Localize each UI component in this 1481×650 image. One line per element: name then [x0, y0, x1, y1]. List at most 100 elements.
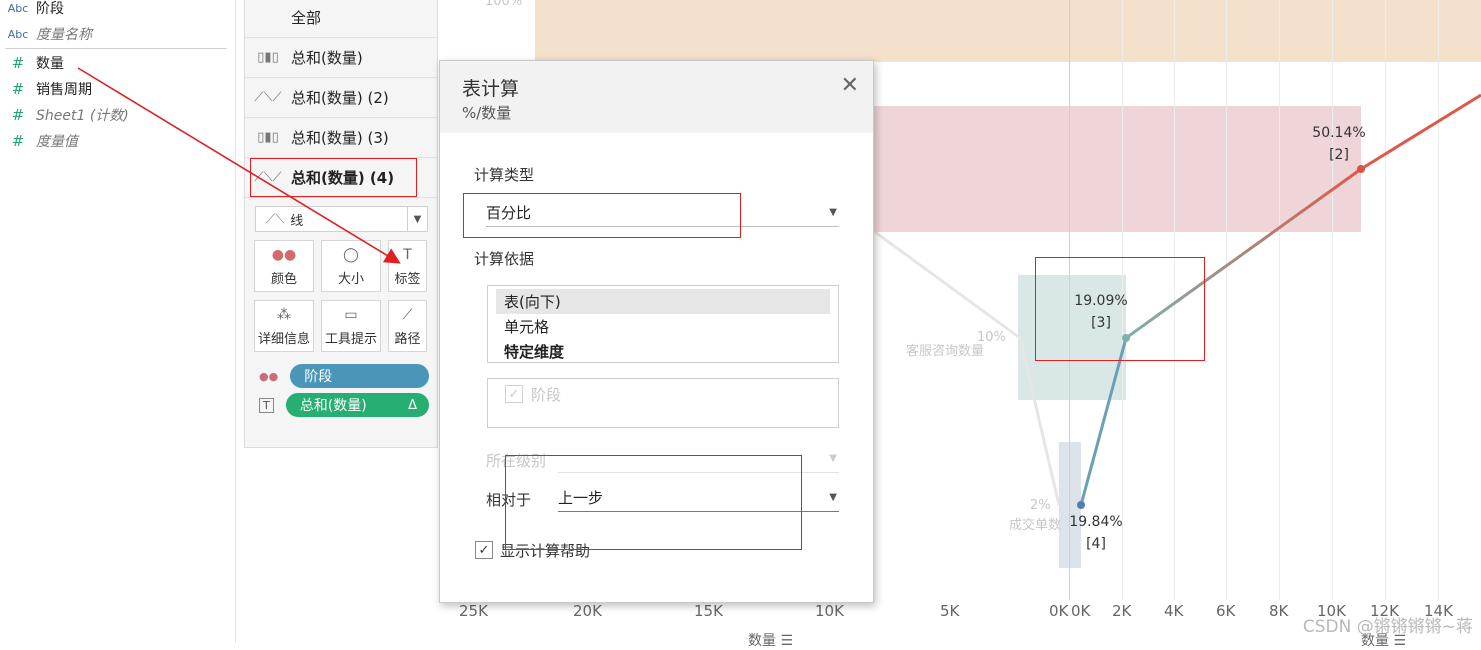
card-label: 颜色 — [270, 272, 297, 287]
pill-label: 阶段 — [304, 369, 333, 385]
annotation-box-marks-tab — [250, 158, 417, 197]
path-card[interactable]: ⟋ 路径 — [388, 300, 427, 352]
data-label-index: [2] — [1329, 147, 1349, 163]
dimension-list: ✓ 阶段 — [487, 378, 839, 428]
bar-chart-icon: ▯▮▯ — [257, 130, 279, 145]
annotation-box-calc-type — [463, 193, 741, 238]
color-pill-row: ●● 阶段 — [259, 364, 429, 388]
label-card[interactable]: T 标签 — [388, 240, 427, 292]
field-sales-cycle[interactable]: # 销售周期 — [0, 76, 230, 102]
sort-icon[interactable]: ☰ — [780, 633, 793, 649]
card-label: 标签 — [394, 272, 421, 287]
field-stage[interactable]: Abc 阶段 — [0, 0, 230, 21]
field-quantity[interactable]: # 数量 — [0, 50, 230, 76]
chevron-down-icon: ▼ — [829, 453, 837, 464]
tooltip-card[interactable]: ▭ 工具提示 — [321, 300, 381, 352]
field-measure-values[interactable]: # 度量值 — [0, 128, 230, 154]
annotation-box-relative-to — [505, 455, 802, 550]
chevron-down-icon[interactable]: ▼ — [407, 207, 427, 231]
annotation-box-label-3 — [1035, 257, 1205, 361]
sum-quantity-pill[interactable]: 总和(数量) Δ — [285, 393, 429, 417]
color-dots-icon: ●● — [271, 246, 297, 263]
field-measure-names[interactable]: Abc 度量名称 — [0, 21, 230, 47]
marks-tab-label: 总和(数量) (3) — [291, 129, 389, 147]
axis-title-text: 数量 — [748, 633, 776, 649]
marks-tab-all[interactable]: 全部 — [245, 0, 437, 38]
field-name: 度量值 — [36, 134, 78, 150]
compute-option-specific-dimensions[interactable]: 特定维度 — [488, 339, 838, 364]
marks-pane: 全部 ▯▮▯ 总和(数量) ⟋⟍⟋ 总和(数量) (2) ▯▮▯ 总和(数量) … — [244, 0, 438, 448]
stage-pill[interactable]: 阶段 — [290, 364, 429, 388]
card-label: 大小 — [337, 272, 364, 287]
mark-type-dropdown[interactable]: ⟋⟍ 线 ▼ — [255, 206, 428, 232]
tooltip-icon: ▭ — [344, 306, 358, 323]
x-tick-label: 20K — [573, 602, 602, 620]
data-pane: Abc 阶段 Abc 度量名称 # 数量 # 销售周期 # Sheet1 (计数… — [0, 0, 236, 643]
field-name: 阶段 — [36, 1, 64, 17]
card-label: 详细信息 — [257, 332, 310, 347]
detail-dots-icon: ⁂ — [277, 306, 291, 323]
x-tick-label: 6K — [1216, 602, 1236, 620]
field-name: 度量名称 — [36, 27, 92, 43]
point-4[interactable] — [1077, 501, 1085, 509]
marks-tab-label: 总和(数量) (2) — [291, 89, 389, 107]
dimension-checkbox-label: 阶段 — [531, 386, 562, 404]
show-help-checkbox[interactable]: ✓ — [475, 541, 493, 559]
marks-tab-label: 总和(数量) — [291, 49, 363, 67]
watermark: CSDN @锵锵锵锵~蒋 — [1302, 617, 1473, 637]
marks-tab-sum-quantity-3[interactable]: ▯▮▯ 总和(数量) (3) — [245, 118, 437, 158]
color-card[interactable]: ●● 颜色 — [254, 240, 314, 292]
field-sheet1-count[interactable]: # Sheet1 (计数) — [0, 102, 230, 128]
dialog-subtitle: %/数量 — [462, 104, 512, 122]
size-card[interactable]: ◯ 大小 — [321, 240, 381, 292]
text-label-icon: T — [403, 246, 412, 263]
series-line-red — [1360, 93, 1481, 171]
x-tick-label: 2K — [1112, 602, 1132, 620]
calc-type-label: 计算类型 — [474, 166, 535, 184]
line-mark-icon: ⟋⟍ — [266, 211, 285, 227]
data-label-pct: 50.14% — [1312, 125, 1366, 141]
x-tick-label: 8K — [1269, 602, 1289, 620]
dialog-title: 表计算 — [462, 78, 520, 100]
x-tick-label: 0K — [1071, 602, 1091, 620]
data-label-pct: 19.84% — [1069, 514, 1123, 530]
marks-tab-label: 全部 — [291, 9, 322, 27]
faded-percent-label: 100% — [485, 0, 523, 9]
number-field-icon: # — [11, 132, 25, 150]
table-calc-delta-icon: Δ — [408, 397, 417, 413]
path-icon: ⟋ — [402, 306, 413, 323]
card-label: 路径 — [394, 332, 421, 347]
faded-percent-label: 2% — [1030, 498, 1051, 513]
close-icon[interactable]: ✕ — [841, 73, 859, 98]
data-label-4: 19.84% [4] — [1058, 511, 1134, 555]
x-tick-label: 15K — [694, 602, 723, 620]
x-tick-label: 25K — [459, 602, 488, 620]
compute-option-cell[interactable]: 单元格 — [488, 314, 838, 339]
x-tick-label: 5K — [940, 602, 960, 620]
dimension-checkbox[interactable]: ✓ — [505, 385, 523, 403]
marks-tab-sum-quantity-2[interactable]: ⟋⟍⟋ 总和(数量) (2) — [245, 78, 437, 118]
data-label-index: [4] — [1086, 536, 1106, 552]
number-field-icon: # — [11, 80, 25, 98]
point-2[interactable] — [1357, 165, 1365, 173]
mark-type-value: 线 — [290, 213, 304, 229]
pill-label: 总和(数量) — [299, 398, 367, 414]
label-pill-row: T 总和(数量) Δ — [259, 393, 429, 417]
detail-card[interactable]: ⁂ 详细信息 — [254, 300, 314, 352]
marks-tab-sum-quantity[interactable]: ▯▮▯ 总和(数量) — [245, 38, 437, 78]
compute-option-table-down[interactable]: 表(向下) — [496, 289, 830, 314]
field-name: Sheet1 (计数) — [36, 108, 129, 124]
dialog-header: 表计算 %/数量 ✕ — [440, 61, 873, 133]
bar-chart-icon: ▯▮▯ — [257, 50, 279, 65]
compute-using-list: 表(向下) 单元格 特定维度 — [487, 285, 839, 363]
data-label-2: 50.14% [2] — [1301, 122, 1377, 166]
x-tick-label: 0K — [1049, 602, 1069, 620]
series-line-blue — [1079, 337, 1128, 506]
number-field-icon: # — [11, 54, 25, 72]
divider — [5, 48, 227, 49]
chevron-down-icon: ▼ — [829, 207, 837, 218]
size-icon: ◯ — [343, 246, 359, 263]
x-axis-title[interactable]: 数量 ☰ — [748, 630, 793, 650]
field-name: 数量 — [36, 56, 64, 72]
card-label: 工具提示 — [324, 332, 377, 347]
